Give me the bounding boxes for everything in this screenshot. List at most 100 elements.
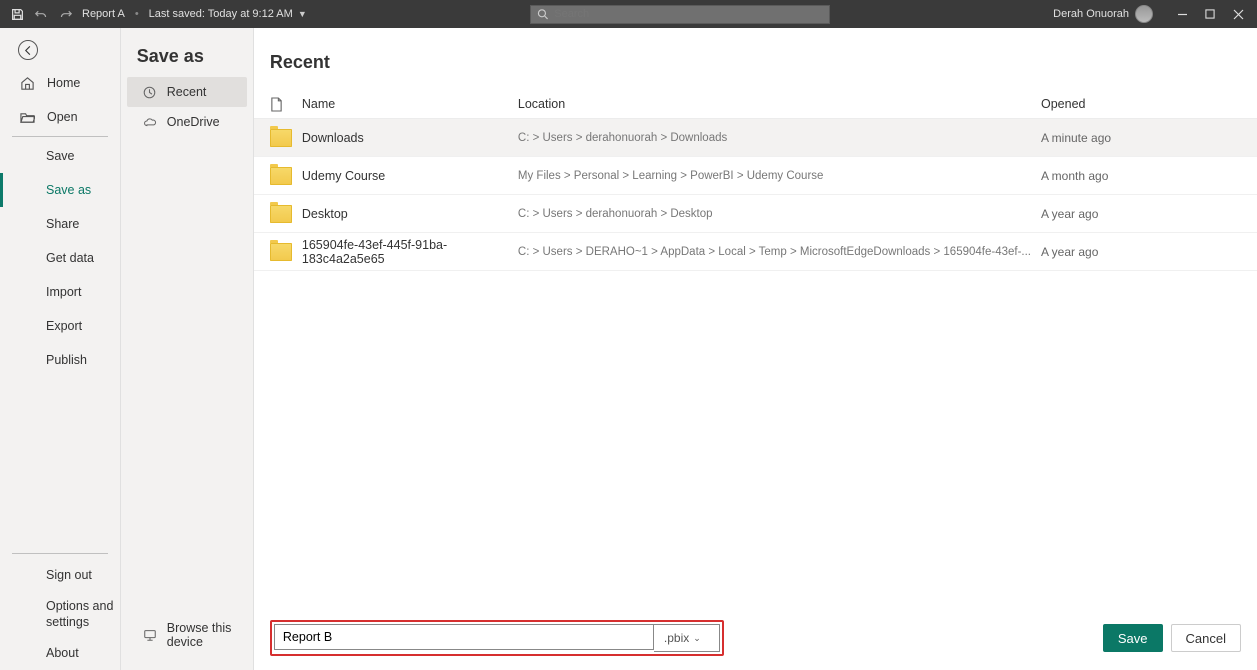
nav-get-data-label: Get data	[46, 251, 94, 265]
nav-import[interactable]: Import	[0, 275, 120, 309]
save-icon[interactable]	[10, 7, 24, 21]
nav-get-data[interactable]: Get data	[0, 241, 120, 275]
main-title: Recent	[254, 28, 1257, 91]
row-opened: A year ago	[1041, 245, 1241, 259]
filename-input[interactable]	[274, 624, 654, 650]
nav-save-label: Save	[46, 149, 75, 163]
table-row[interactable]: Downloads C: > Users > derahonuorah > Do…	[254, 119, 1257, 157]
table-row[interactable]: Desktop C: > Users > derahonuorah > Desk…	[254, 195, 1257, 233]
row-name: 165904fe-43ef-445f-91ba-183c4a2a5e65	[302, 238, 518, 266]
nav-home[interactable]: Home	[0, 66, 120, 100]
window-controls	[1165, 7, 1255, 21]
close-button[interactable]	[1231, 7, 1245, 21]
filename-highlight: .pbix ⌄	[270, 620, 724, 656]
nav-save-as[interactable]: Save as	[0, 173, 120, 207]
row-opened: A minute ago	[1041, 131, 1241, 145]
nav-options[interactable]: Options and settings	[0, 592, 120, 637]
maximize-button[interactable]	[1203, 7, 1217, 21]
title-bar: Report A • Last saved: Today at 9:12 AM …	[0, 0, 1257, 28]
file-icon	[270, 97, 283, 112]
folder-icon	[270, 243, 292, 261]
extension-label: .pbix	[664, 631, 689, 645]
nav-export-label: Export	[46, 319, 82, 333]
minimize-button[interactable]	[1175, 7, 1189, 21]
folder-icon	[270, 205, 292, 223]
folder-icon	[270, 129, 292, 147]
nav-publish[interactable]: Publish	[0, 343, 120, 377]
nav-save[interactable]: Save	[0, 139, 120, 173]
clock-icon	[143, 85, 157, 99]
nav-open-label: Open	[47, 110, 78, 124]
location-recent-label: Recent	[167, 85, 207, 99]
cancel-button[interactable]: Cancel	[1171, 624, 1241, 652]
titlebar-right: Derah Onuorah	[1053, 5, 1257, 23]
col-type	[270, 97, 302, 112]
row-name: Downloads	[302, 131, 518, 145]
left-nav-bottom: Sign out Options and settings About	[0, 551, 120, 670]
folder-open-icon	[20, 110, 35, 125]
table-row[interactable]: Udemy Course My Files > Personal > Learn…	[254, 157, 1257, 195]
browse-device-label: Browse this device	[167, 621, 247, 649]
nav-divider-2	[12, 553, 108, 554]
nav-open[interactable]: Open	[0, 100, 120, 134]
cloud-icon	[143, 115, 157, 129]
titlebar-center	[307, 5, 1053, 24]
search-input[interactable]	[554, 8, 823, 20]
extension-select[interactable]: .pbix ⌄	[654, 624, 720, 652]
nav-about[interactable]: About	[0, 636, 120, 670]
location-onedrive-label: OneDrive	[167, 115, 220, 129]
nav-options-label: Options and settings	[46, 598, 120, 631]
nav-import-label: Import	[46, 285, 81, 299]
row-opened: A year ago	[1041, 207, 1241, 221]
user-account[interactable]: Derah Onuorah	[1053, 5, 1161, 23]
chevron-down-icon: ⌄	[693, 633, 701, 644]
row-name: Udemy Course	[302, 169, 518, 183]
user-name: Derah Onuorah	[1053, 8, 1129, 20]
browse-device[interactable]: Browse this device	[127, 620, 247, 650]
home-icon	[20, 76, 35, 91]
folder-icon	[270, 167, 292, 185]
nav-share[interactable]: Share	[0, 207, 120, 241]
col-name-header[interactable]: Name	[302, 97, 518, 112]
location-recent[interactable]: Recent	[127, 77, 247, 107]
row-location: My Files > Personal > Learning > PowerBI…	[518, 170, 1041, 182]
nav-publish-label: Publish	[46, 353, 87, 367]
row-location: C: > Users > derahonuorah > Downloads	[518, 132, 1041, 144]
row-opened: A month ago	[1041, 169, 1241, 183]
back-button[interactable]	[18, 40, 38, 60]
avatar	[1135, 5, 1153, 23]
row-name: Desktop	[302, 207, 518, 221]
titlebar-divider: •	[135, 8, 139, 20]
left-nav: Home Open Save Save as Share Get data Im…	[0, 28, 121, 670]
locations-panel: Save as Recent OneDrive Browse this devi…	[121, 28, 254, 670]
save-bar: .pbix ⌄ Save Cancel	[270, 620, 1241, 656]
row-location: C: > Users > derahonuorah > Desktop	[518, 208, 1041, 220]
cancel-button-label: Cancel	[1186, 631, 1226, 646]
save-button[interactable]: Save	[1103, 624, 1163, 652]
titlebar-left: Report A • Last saved: Today at 9:12 AM …	[0, 7, 307, 21]
nav-sign-out-label: Sign out	[46, 568, 92, 582]
table-header: Name Location Opened	[254, 91, 1257, 119]
nav-share-label: Share	[46, 217, 79, 231]
search-box[interactable]	[530, 5, 830, 24]
nav-home-label: Home	[47, 76, 80, 90]
redo-icon[interactable]	[58, 7, 72, 21]
undo-icon[interactable]	[34, 7, 48, 21]
device-icon	[143, 628, 157, 642]
save-button-label: Save	[1118, 631, 1148, 646]
saved-status[interactable]: Last saved: Today at 9:12 AM ▼	[149, 8, 307, 20]
row-location: C: > Users > DERAHO~1 > AppData > Local …	[518, 246, 1041, 258]
nav-sign-out[interactable]: Sign out	[0, 558, 120, 592]
nav-divider	[12, 136, 108, 137]
col-opened-header[interactable]: Opened	[1041, 97, 1241, 112]
table-row[interactable]: 165904fe-43ef-445f-91ba-183c4a2a5e65 C: …	[254, 233, 1257, 271]
search-icon	[537, 8, 548, 20]
panel-title: Save as	[121, 28, 253, 77]
nav-about-label: About	[46, 646, 79, 660]
nav-save-as-label: Save as	[46, 183, 91, 197]
nav-export[interactable]: Export	[0, 309, 120, 343]
document-title: Report A	[82, 8, 125, 20]
col-location-header[interactable]: Location	[518, 97, 1041, 112]
location-onedrive[interactable]: OneDrive	[127, 107, 247, 137]
main-panel: Recent Name Location Opened Downloads C:…	[254, 28, 1257, 670]
